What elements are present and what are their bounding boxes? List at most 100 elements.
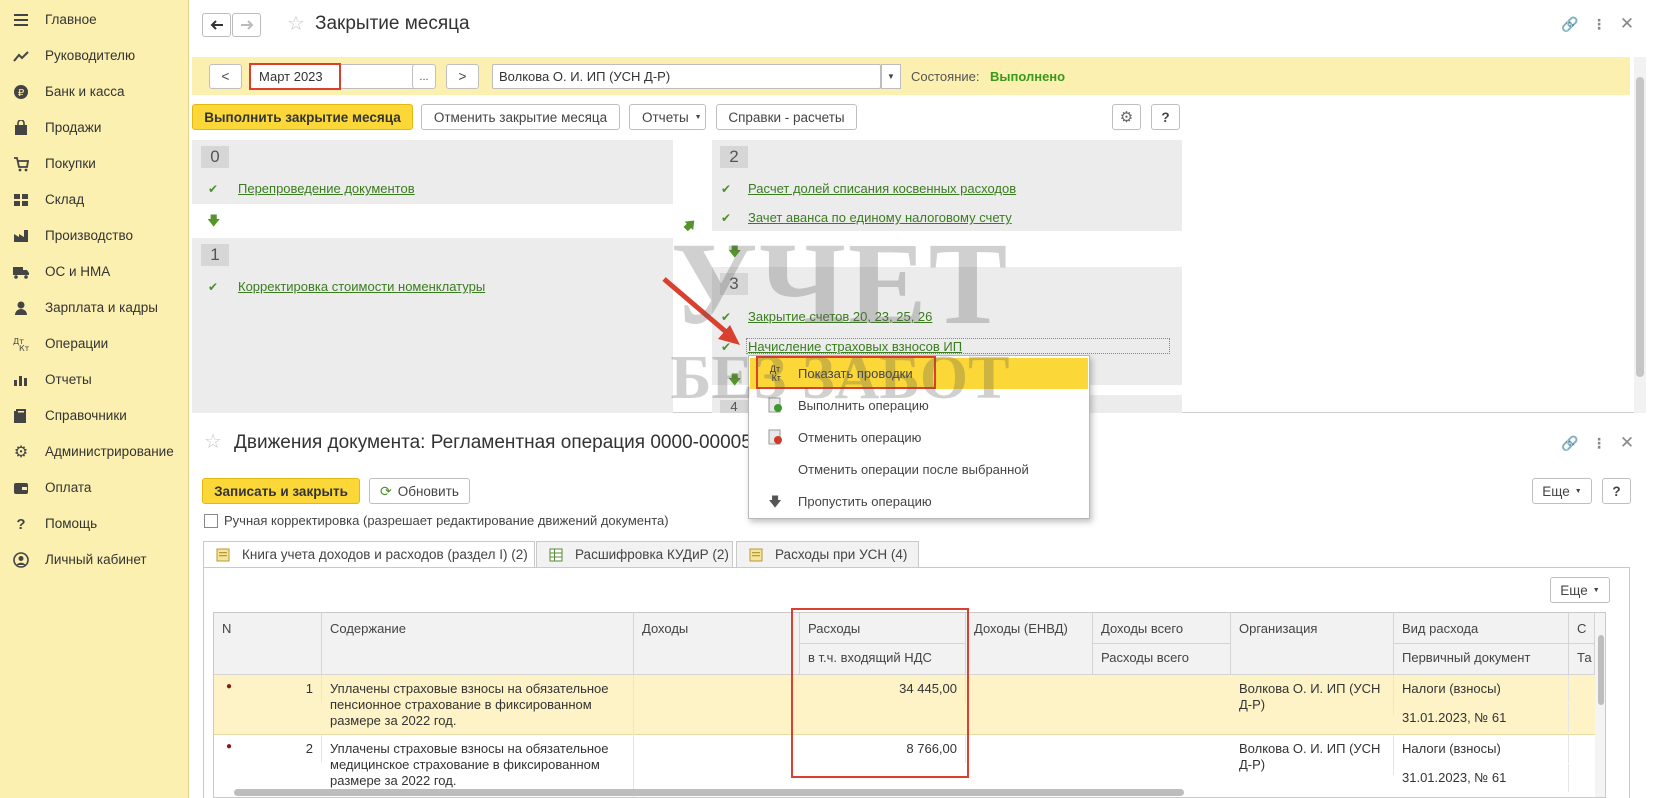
col-extra-sub[interactable]: Та xyxy=(1569,644,1595,675)
help-button[interactable]: ? xyxy=(1602,478,1631,504)
next-period-button[interactable]: > xyxy=(446,64,479,89)
col-organization[interactable]: Организация xyxy=(1231,613,1394,675)
col-expenses-total[interactable]: Расходы всего xyxy=(1093,644,1231,675)
factory-icon xyxy=(12,228,30,244)
cell-n: 2 xyxy=(254,735,322,763)
op-reposting-link[interactable]: Перепроведение документов xyxy=(238,181,415,196)
sidebar-item-assets[interactable]: ОС и НМА xyxy=(0,254,189,290)
ruble-icon: ₽ xyxy=(12,84,30,100)
close-icon[interactable]: ✕ xyxy=(1618,434,1636,452)
register-icon xyxy=(749,548,763,561)
settings-button[interactable]: ⚙ xyxy=(1112,104,1141,130)
col-extra[interactable]: С xyxy=(1569,613,1595,644)
sidebar-item-sales[interactable]: Продажи xyxy=(0,110,189,146)
grid-more-button[interactable]: Еще ▼ xyxy=(1550,577,1610,603)
grid-scrollbar-vertical[interactable] xyxy=(1595,613,1605,797)
col-expenses-vat[interactable]: в т.ч. входящий НДС xyxy=(800,644,966,675)
link-icon[interactable]: 🔗 xyxy=(1561,434,1579,452)
scrollbar-thumb[interactable] xyxy=(1598,635,1604,705)
reports-menu-button[interactable]: Отчеты ▼ xyxy=(629,104,706,130)
manual-edit-checkbox[interactable] xyxy=(204,514,218,528)
sidebar-item-label: Склад xyxy=(45,192,85,207)
col-content[interactable]: Содержание xyxy=(322,613,634,675)
cell-organization: Волкова О. И. ИП (УСН Д-Р) xyxy=(1231,735,1394,775)
question-icon: ? xyxy=(16,515,26,533)
sidebar-item-main[interactable]: Главное xyxy=(0,2,189,38)
tab-usn-expenses[interactable]: Расходы при УСН (4) xyxy=(736,541,919,568)
col-primary-doc[interactable]: Первичный документ xyxy=(1394,644,1569,675)
sidebar-item-manager[interactable]: Руководителю xyxy=(0,38,189,74)
arrow-down-icon: 🡇 xyxy=(728,372,742,387)
favorite-star-icon[interactable]: ☆ xyxy=(287,13,309,35)
sidebar-item-warehouse[interactable]: Склад xyxy=(0,182,189,218)
back-button[interactable] xyxy=(202,13,231,37)
grid-scrollbar-horizontal[interactable] xyxy=(234,789,1184,796)
menu-item-skip[interactable]: 🡇 Пропустить операцию xyxy=(750,486,1088,517)
record-active-icon: ● xyxy=(226,741,233,752)
tab-kudir-details[interactable]: Расшифровка КУДиР (2) xyxy=(536,541,733,568)
col-expenses[interactable]: Расходы xyxy=(800,613,966,644)
forward-button[interactable] xyxy=(232,13,261,37)
organization-dropdown-icon[interactable]: ▼ xyxy=(881,64,901,89)
tab-kudir[interactable]: Книга учета доходов и расходов (раздел I… xyxy=(203,541,535,568)
sidebar-item-account[interactable]: Личный кабинет xyxy=(0,542,189,578)
op-close-accounts-link[interactable]: Закрытие счетов 20, 23, 25, 26 xyxy=(748,309,932,324)
more-button[interactable]: Еще ▼ xyxy=(1532,478,1592,504)
menu-item-execute[interactable]: Выполнить операцию xyxy=(750,390,1088,421)
more-vertical-icon[interactable]: ⋮ xyxy=(1590,15,1608,33)
check-icon: ✔ xyxy=(721,340,732,354)
col-income[interactable]: Доходы xyxy=(634,613,800,675)
sidebar-item-purchases[interactable]: Покупки xyxy=(0,146,189,182)
col-n[interactable]: N xyxy=(214,613,322,675)
col-expense-type[interactable]: Вид расхода xyxy=(1394,613,1569,644)
link-icon[interactable]: 🔗 xyxy=(1561,15,1579,33)
check-icon: ✔ xyxy=(721,182,732,196)
execute-closing-button[interactable]: Выполнить закрытие месяца xyxy=(192,104,413,130)
sidebar-item-reports[interactable]: Отчеты xyxy=(0,362,189,398)
period-select-button[interactable]: ... xyxy=(412,64,436,89)
menu-item-label: Отменить операцию xyxy=(798,430,922,445)
menu-item-cancel-after[interactable]: Отменить операции после выбранной xyxy=(750,454,1088,485)
more-vertical-icon[interactable]: ⋮ xyxy=(1590,434,1608,452)
menu-item-show-postings[interactable]: Дт Кт Показать проводки xyxy=(750,358,1088,389)
arrow-left-icon xyxy=(210,20,223,30)
sidebar-item-bank[interactable]: ₽ Банк и касса xyxy=(0,74,189,110)
refresh-label: Обновить xyxy=(397,483,459,499)
op-advance-offset-link[interactable]: Зачет аванса по единому налоговому счету xyxy=(748,210,1012,225)
sidebar-item-payment[interactable]: Оплата xyxy=(0,470,189,506)
op-indirect-costs-link[interactable]: Расчет долей списания косвенных расходов xyxy=(748,181,1016,196)
manual-edit-label: Ручная корректировка (разрешает редактир… xyxy=(224,513,669,528)
menu-item-cancel[interactable]: Отменить операцию xyxy=(750,422,1088,453)
sidebar-item-admin[interactable]: ⚙ Администрирование xyxy=(0,434,189,470)
month-closing-window: ☆ Закрытие месяца 🔗 ⋮ ✕ < Март 2023 ... … xyxy=(192,0,1646,414)
chevron-down-icon: ▼ xyxy=(1592,586,1600,594)
arrow-down-icon: 🡇 xyxy=(768,493,782,509)
op-cost-adjustment-link[interactable]: Корректировка стоимости номенклатуры xyxy=(238,279,485,294)
col-income-total[interactable]: Доходы всего xyxy=(1093,613,1231,644)
sidebar-item-production[interactable]: Производство xyxy=(0,218,189,254)
sidebar-item-catalogs[interactable]: Справочники xyxy=(0,398,189,434)
period-field[interactable]: Март 2023 xyxy=(250,64,425,89)
close-icon[interactable]: ✕ xyxy=(1618,15,1636,33)
check-icon: ✔ xyxy=(208,280,219,294)
save-and-close-button[interactable]: Записать и закрыть xyxy=(202,478,360,504)
scrollbar-thumb[interactable] xyxy=(1636,77,1644,377)
sidebar-item-label: Банк и касса xyxy=(45,84,125,99)
cancel-closing-button[interactable]: Отменить закрытие месяца xyxy=(421,104,620,130)
col-income-envd[interactable]: Доходы (ЕНВД) xyxy=(966,613,1093,675)
user-circle-icon xyxy=(12,552,30,568)
section-3-number: 3 xyxy=(720,273,748,295)
cell-primary-doc: 31.01.2023, № 61 xyxy=(1394,764,1569,792)
favorite-star-icon[interactable]: ☆ xyxy=(204,431,226,453)
organization-field[interactable]: Волкова О. И. ИП (УСН Д-Р) xyxy=(492,64,881,89)
calculations-button[interactable]: Справки - расчеты xyxy=(716,104,857,130)
cell-expense-type: Налоги (взносы) xyxy=(1394,735,1569,763)
sidebar-item-operations[interactable]: Дт Кт Операции xyxy=(0,326,189,362)
refresh-button[interactable]: ⟳ Обновить xyxy=(369,478,470,504)
help-button[interactable]: ? xyxy=(1151,104,1180,130)
op-insurance-contributions-link[interactable]: Начисление страховых взносов ИП xyxy=(748,339,962,354)
sidebar-item-help[interactable]: ? Помощь xyxy=(0,506,189,542)
sidebar-item-salary[interactable]: Зарплата и кадры xyxy=(0,290,189,326)
scrollbar[interactable] xyxy=(1634,57,1646,413)
prev-period-button[interactable]: < xyxy=(209,64,242,89)
